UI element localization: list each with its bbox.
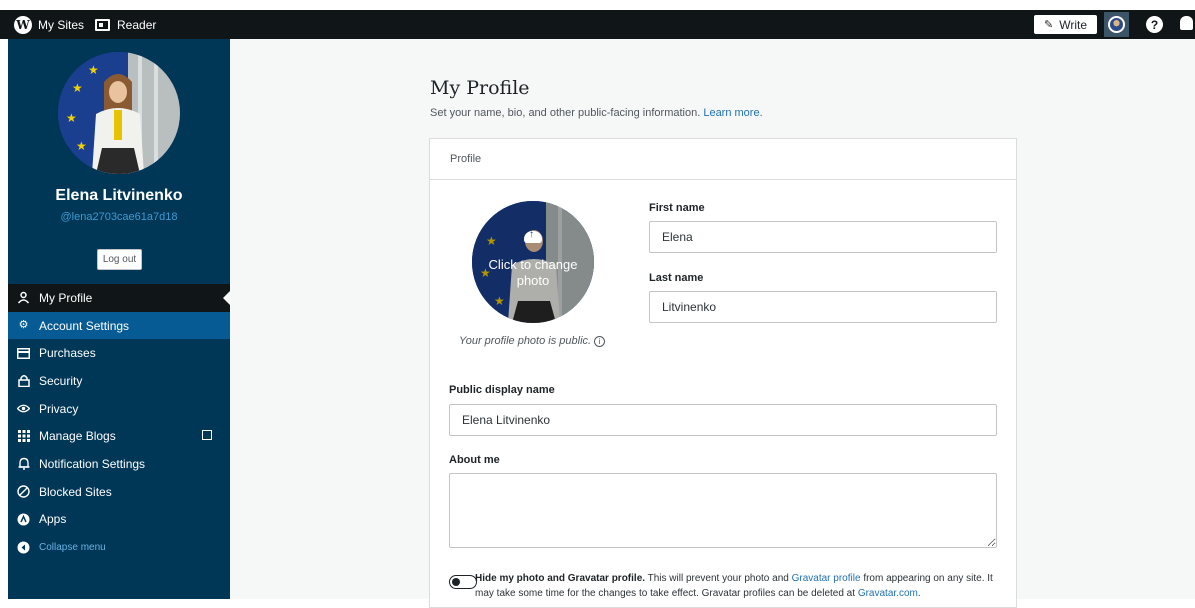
first-name-field[interactable] <box>649 221 997 253</box>
my-sites-label: My Sites <box>38 17 85 32</box>
learn-more-link[interactable]: Learn more. <box>703 107 762 119</box>
svg-text:★: ★ <box>88 63 99 77</box>
svg-text:★: ★ <box>72 81 83 95</box>
about-me-label: About me <box>449 454 500 466</box>
pen-icon: ✎ <box>1044 19 1054 31</box>
page-subtitle: Set your name, bio, and other public-fac… <box>430 107 763 119</box>
user-display-name: Elena Litvinenko <box>55 187 183 204</box>
gear-icon: ⚙ <box>18 319 29 332</box>
bell-icon[interactable] <box>1180 16 1193 30</box>
sidebar-item-account-settings[interactable]: ⚙ Account Settings <box>8 311 230 340</box>
sidebar-item-blocked-sites[interactable]: Blocked Sites <box>8 478 230 506</box>
sidebar-item-label: Blocked Sites <box>39 484 112 499</box>
sidebar-item-security[interactable]: Security <box>8 367 230 395</box>
sidebar-item-label: Notification Settings <box>39 456 146 471</box>
write-button[interactable]: ✎ Write <box>1034 15 1097 34</box>
profile-photo-image: ★ ★ ★ ★ <box>58 52 180 174</box>
card-header: Profile <box>430 139 1016 180</box>
svg-text:★: ★ <box>66 111 77 125</box>
user-avatar-button[interactable] <box>1104 12 1129 37</box>
sidebar-item-label: Security <box>39 373 83 388</box>
sidebar-item-my-profile[interactable]: My Profile <box>8 284 230 312</box>
display-name-field[interactable] <box>449 404 997 436</box>
photo-note-text: Your profile photo is public. <box>459 335 592 347</box>
profile-card: Profile ★ ★ ★ Click to change photo Your… <box>429 138 1017 608</box>
profile-photo: ★ ★ ★ ★ <box>58 52 180 174</box>
sidebar-item-privacy[interactable]: Privacy <box>8 395 230 423</box>
sidebar-item-label: Privacy <box>39 401 79 416</box>
sidebar-item-label: Manage Blogs <box>39 429 116 444</box>
first-name-label: First name <box>649 202 705 214</box>
bell-icon <box>17 457 30 471</box>
grid-icon <box>17 430 30 443</box>
collapse-arrow-icon <box>17 541 30 554</box>
toggle-knob <box>452 578 460 586</box>
sidebar-nav: My Profile ⚙ Account Settings Purchases … <box>8 284 230 561</box>
help-icon[interactable]: ? <box>1146 16 1163 33</box>
hide-photo-toggle[interactable] <box>449 575 477 589</box>
sidebar-item-manage-blogs[interactable]: Manage Blogs <box>8 422 230 450</box>
write-label: Write <box>1059 17 1087 32</box>
eye-icon <box>17 402 30 415</box>
last-name-label: Last name <box>649 272 704 284</box>
subtitle-text: Set your name, bio, and other public-fac… <box>430 107 701 119</box>
blocked-icon <box>17 485 30 498</box>
change-photo-button[interactable]: ★ ★ ★ Click to change photo <box>472 201 594 323</box>
logout-button[interactable]: Log out <box>97 249 142 270</box>
main-content: My Profile Set your name, bio, and other… <box>230 39 1195 608</box>
user-handle: @lena2703cae61a7d18 <box>60 211 178 223</box>
reader-label: Reader <box>117 17 157 32</box>
sidebar-item-label: My Profile <box>39 290 93 305</box>
top-bar: W My Sites Reader ✎ Write ? <box>0 10 1195 39</box>
hide-photo-description: Hide my photo and Gravatar profile. This… <box>475 571 995 601</box>
photo-public-note: Your profile photo is public. i <box>459 335 606 347</box>
person-icon <box>17 291 30 304</box>
info-icon[interactable]: i <box>594 335 606 347</box>
hide-photo-text-end: . <box>917 588 921 599</box>
sidebar-collapse-menu[interactable]: Collapse menu <box>8 533 230 561</box>
change-photo-text: Click to change photo <box>488 257 578 288</box>
wordpress-logo-icon: W <box>14 15 32 34</box>
reader-icon <box>95 18 110 31</box>
gravatar-com-link[interactable]: Gravatar.com <box>858 588 918 599</box>
sidebar-item-label: Purchases <box>39 346 96 361</box>
display-name-label: Public display name <box>449 384 555 396</box>
avatar <box>1108 16 1125 33</box>
sidebar-item-label: Apps <box>39 512 67 527</box>
hide-photo-bold: Hide my photo and Gravatar profile. <box>475 573 646 584</box>
gravatar-profile-link[interactable]: Gravatar profile <box>792 573 861 584</box>
last-name-field[interactable] <box>649 291 997 323</box>
sidebar-item-label: Account Settings <box>39 318 130 333</box>
sidebar: ★ ★ ★ ★ Elena Litvinenko @lena2703cae61a… <box>8 39 230 599</box>
upload-icon <box>524 229 542 243</box>
sidebar-item-purchases[interactable]: Purchases <box>8 339 230 367</box>
apps-icon <box>17 513 30 526</box>
credit-card-icon <box>17 347 30 360</box>
reader-button[interactable]: Reader <box>95 10 156 39</box>
sidebar-item-notification-settings[interactable]: Notification Settings <box>8 450 230 478</box>
sidebar-item-apps[interactable]: Apps <box>8 506 230 534</box>
lock-icon <box>17 374 30 388</box>
about-me-field[interactable] <box>449 473 997 548</box>
collapse-menu-label: Collapse menu <box>39 541 106 553</box>
external-link-icon <box>202 430 212 441</box>
svg-text:★: ★ <box>76 139 87 153</box>
hide-photo-text-1: This will prevent your photo and <box>647 573 789 584</box>
my-sites-button[interactable]: W My Sites <box>14 10 84 39</box>
page-title: My Profile <box>430 77 530 99</box>
